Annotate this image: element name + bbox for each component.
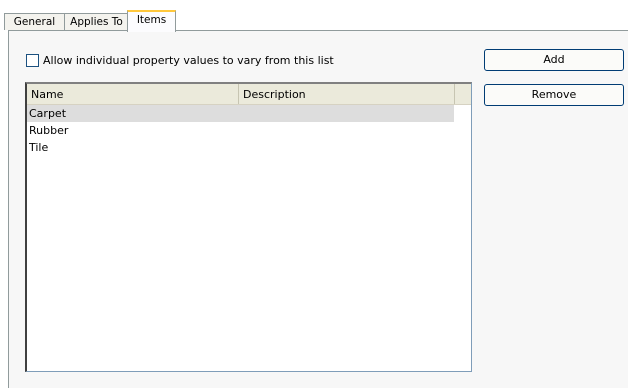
- list-item[interactable]: Tile: [27, 139, 454, 156]
- allow-vary-checkbox-label[interactable]: Allow individual property values to vary…: [43, 54, 334, 67]
- header-filler: [455, 84, 471, 104]
- allow-vary-checkbox-row[interactable]: Allow individual property values to vary…: [26, 52, 334, 68]
- allow-vary-checkbox[interactable]: [26, 53, 39, 67]
- column-header-description[interactable]: Description: [239, 84, 455, 104]
- tab-items[interactable]: Items: [127, 10, 176, 32]
- items-list[interactable]: Name Description Carpet Rubber Tile: [25, 82, 472, 372]
- remove-button[interactable]: Remove: [484, 84, 624, 106]
- list-header: Name Description: [27, 84, 471, 105]
- tab-strip: General Applies To Items: [0, 0, 628, 32]
- add-button[interactable]: Add: [484, 49, 624, 71]
- list-body: Carpet Rubber Tile: [27, 105, 471, 156]
- list-item[interactable]: Rubber: [27, 122, 454, 139]
- list-item[interactable]: Carpet: [27, 105, 454, 122]
- tab-applies-to[interactable]: Applies To: [64, 13, 129, 30]
- column-header-name[interactable]: Name: [27, 84, 239, 104]
- tab-general[interactable]: General: [4, 13, 65, 30]
